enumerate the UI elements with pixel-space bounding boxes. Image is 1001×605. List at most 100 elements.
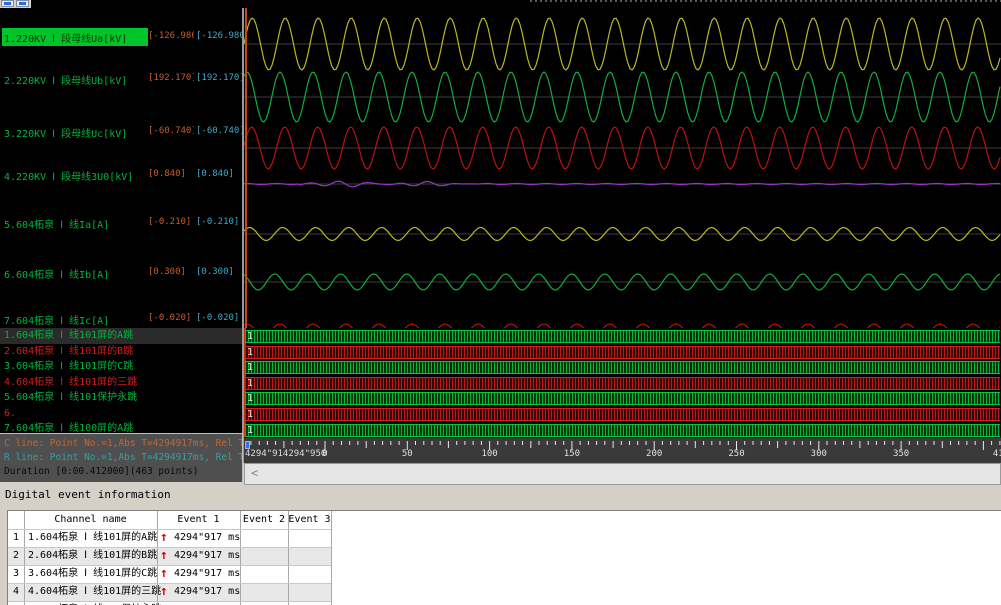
toolbar-button-1[interactable] (1, 0, 14, 7)
table-row[interactable]: 33.604柘泉 Ⅰ 线101屏的C跳↑ 4294"917 ms (8, 565, 331, 583)
digital-trace-bar: 1 (245, 392, 1000, 405)
analog-channel-row[interactable]: 4.220KV Ⅰ 段母线3U0[kV] [0.840][0.840] (0, 168, 242, 183)
digital-trace-bar: 1 (245, 361, 1000, 374)
horizontal-scrollbar[interactable]: < (244, 463, 1001, 485)
analog-channel-label: 6.604柘泉 Ⅰ 线Ib[A] (4, 266, 109, 281)
instant-value-primary: [-126.980] (148, 31, 194, 41)
digital-trace-bar: 1 (245, 377, 1000, 390)
analog-channel-label: 3.220KV Ⅰ 段母线Uc[kV] (4, 125, 127, 140)
analog-channel-list: 1.220KV Ⅰ 段母线Ua[kV][-126.980][-126.980] 2… (0, 8, 242, 328)
trace-value: 1 (247, 393, 253, 405)
channel-name-cell: 1.604柘泉 Ⅰ 线101屏的A跳 (28, 529, 157, 547)
channel-name-cell: 3.604柘泉 Ⅰ 线101屏的C跳 (28, 565, 157, 583)
table-grid-vline (288, 511, 289, 605)
trace-value: 1 (247, 331, 253, 343)
trace-value: 1 (247, 378, 253, 390)
analog-channel-row[interactable]: 3.220KV Ⅰ 段母线Uc[kV] [-60.740][-60.740] (0, 125, 242, 140)
event-up-arrow-icon: ↑ (160, 565, 168, 583)
waveform-plot (244, 8, 1001, 328)
digital-channel-row[interactable]: 4.604柘泉 Ⅰ 线101屏的三跳 (0, 375, 242, 391)
ruler-tick-label: 0 (313, 449, 337, 459)
analog-channel-row[interactable]: 7.604柘泉 Ⅰ 线Ic[A][-0.020][-0.020] (0, 312, 242, 327)
column-header-channel-name: Channel name (24, 511, 157, 529)
table-row[interactable]: 44.604柘泉 Ⅰ 线101屏的三跳↑ 4294"917 ms (8, 583, 331, 601)
cursor-marker[interactable] (245, 441, 250, 449)
digital-channel-row[interactable]: 1.604柘泉 Ⅰ 线101屏的A跳 (0, 328, 242, 344)
analog-channel-row[interactable]: 5.604柘泉 Ⅰ 线Ia[A][-0.210][-0.210] (0, 216, 242, 231)
analog-channel-label: 2.220KV Ⅰ 段母线Ub[kV] (4, 72, 127, 87)
c-cursor-line[interactable] (245, 8, 247, 328)
digital-trace-bar: 1 (245, 424, 1000, 437)
time-ruler[interactable]: 4294"914294"950 050100150200250300350410 (244, 437, 1001, 463)
row-number: 4 (8, 583, 24, 601)
status-panel: C line: Point No.=1,Abs T=4294917ms, Rel… (0, 433, 243, 482)
instant-value-primary: [0.300] (148, 267, 194, 277)
event-up-arrow-icon: ↑ (160, 529, 168, 547)
instant-value-secondary: [-60.740] (196, 126, 242, 136)
wave-analysis-app: 1.220KV Ⅰ 段母线Ua[kV][-126.980][-126.980] 2… (0, 0, 1001, 605)
instant-value-primary: [-60.740] (148, 126, 194, 136)
trace-value: 1 (247, 409, 253, 421)
analog-channel-label: 4.220KV Ⅰ 段母线3U0[kV] (4, 168, 133, 183)
trace-value: 1 (247, 425, 253, 437)
table-grid-vline (157, 511, 158, 605)
analog-channel-label: 5.604柘泉 Ⅰ 线Ia[A] (4, 216, 109, 231)
table-grid-hline (8, 547, 331, 548)
ruler-tick-label: 250 (725, 449, 749, 459)
table-row[interactable]: 11.604柘泉 Ⅰ 线101屏的A跳↑ 4294"917 ms (8, 529, 331, 547)
table-grid-hline (8, 565, 331, 566)
table-grid-vline (331, 511, 332, 605)
table-row[interactable]: 22.604柘泉 Ⅰ 线101屏的B跳↑4294"917 ms (8, 547, 331, 565)
digital-channel-row[interactable]: 5.604柘泉 Ⅰ 线101保护永跳 (0, 390, 242, 406)
row-number: 1 (8, 529, 24, 547)
instant-value-secondary: [0.300] (196, 267, 242, 277)
instant-value-secondary: [192.170] (196, 73, 242, 83)
table-grid-hline (8, 529, 331, 530)
event-time-cell: 4294"917 ms (174, 529, 240, 547)
digital-trace-panel: 1 1 1 1 1 1 1 (244, 328, 1001, 437)
ruler-tick-label: 200 (642, 449, 666, 459)
toolbar-button-2[interactable] (16, 0, 29, 7)
ruler-ticks (244, 441, 1001, 453)
instant-value-secondary: [-0.020] (196, 313, 242, 323)
top-toolbar (0, 0, 1001, 8)
ruler-tick-label: 100 (478, 449, 502, 459)
channel-name-cell: 4.604柘泉 Ⅰ 线101屏的三跳 (28, 583, 161, 601)
instant-value-secondary: [-0.210] (196, 217, 242, 227)
waveform-panel[interactable] (244, 8, 1001, 328)
channel-name-cell: 2.604柘泉 Ⅰ 线101屏的B跳 (28, 547, 157, 565)
column-header-event2: Event 2 (240, 511, 288, 529)
scroll-left-icon[interactable]: < (251, 466, 258, 480)
analog-channel-row[interactable]: 2.220KV Ⅰ 段母线Ub[kV] [192.170][192.170] (0, 72, 242, 87)
digital-channel-row[interactable]: 2.604柘泉 Ⅰ 线101屏的B跳 (0, 344, 242, 360)
digital-trace-bar: 1 (245, 408, 1000, 421)
digital-trace-bar: 1 (245, 330, 1000, 343)
event-up-arrow-icon: ↑ (160, 547, 168, 565)
clipped-title-text (530, 0, 1001, 2)
toolbar-button-strip (0, 0, 31, 8)
instant-value-primary: [0.840] (148, 169, 194, 179)
event-time-cell: 4294"917 ms (174, 547, 240, 565)
digital-channel-list: 1.604柘泉 Ⅰ 线101屏的A跳2.604柘泉 Ⅰ 线101屏的B跳3.60… (0, 328, 242, 437)
digital-channel-row[interactable]: 3.604柘泉 Ⅰ 线101屏的C跳 (0, 359, 242, 375)
event-time-cell: 4294"917 ms (174, 583, 240, 601)
row-number: 3 (8, 565, 24, 583)
event-up-arrow-icon: ↑ (160, 583, 168, 601)
table-grid-hline (8, 601, 331, 602)
r-line-status: R line: Point No.=1,Abs T=4294917ms, Rel… (4, 451, 242, 465)
column-header-event3: Event 3 (288, 511, 331, 529)
digital-trace-bar: 1 (245, 346, 1000, 359)
trace-value: 1 (247, 347, 253, 359)
duration-status: Duration [0:00.412000](463 points) (4, 465, 242, 479)
ruler-tick-label: 350 (889, 449, 913, 459)
ruler-tick-label: 410 (989, 449, 1001, 459)
instant-value-secondary: [0.840] (196, 169, 242, 179)
c-line-status: C line: Point No.=1,Abs T=4294917ms, Rel… (4, 437, 242, 451)
trace-value: 1 (247, 362, 253, 374)
instant-value-primary: [-0.020] (148, 313, 194, 323)
event-time-cell: 4294"917 ms (174, 565, 240, 583)
analog-channel-row[interactable]: 1.220KV Ⅰ 段母线Ua[kV][-126.980][-126.980] (0, 30, 242, 45)
instant-value-primary: [192.170] (148, 73, 194, 83)
digital-channel-row[interactable]: 6. (0, 406, 242, 422)
analog-channel-row[interactable]: 6.604柘泉 Ⅰ 线Ib[A] [0.300][0.300] (0, 266, 242, 281)
